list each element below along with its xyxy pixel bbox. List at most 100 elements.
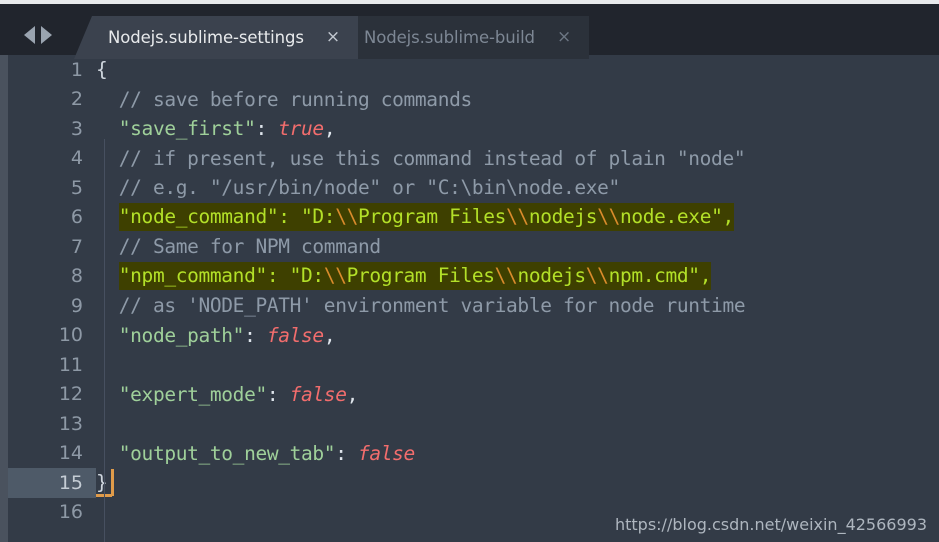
line-content[interactable]: // Same for NPM command — [96, 232, 939, 262]
token-boolean: false — [266, 323, 324, 347]
line-content[interactable]: "save_first": true, — [96, 114, 939, 144]
token-boolean: true — [278, 117, 324, 141]
token-colon: : — [244, 323, 267, 347]
line-content[interactable] — [96, 350, 939, 380]
token-colon: : — [266, 382, 290, 406]
token-brace: } — [96, 471, 108, 495]
token-path-part: Program Files — [357, 205, 507, 229]
line-content[interactable]: "expert_mode": false, — [96, 380, 939, 410]
token-boolean: false — [357, 441, 415, 465]
line-number: 9 — [70, 294, 83, 317]
token-comment: // as 'NODE_PATH' environment variable f… — [118, 294, 746, 318]
token-brace: { — [96, 58, 108, 82]
line-number: 8 — [70, 265, 83, 288]
window-left-rail — [0, 4, 8, 542]
watermark-url: https://blog.csdn.net/weixin_42566993 — [614, 515, 927, 534]
tab-label: Nodejs.sublime-build — [364, 28, 535, 47]
editor-line[interactable]: 7 // Same for NPM command — [8, 232, 939, 262]
editor-rows: 1 { 2 // save before running commands 3 … — [8, 55, 939, 527]
token-comment: // e.g. "/usr/bin/node" or "C:\bin\node.… — [118, 176, 621, 200]
line-content[interactable]: "output_to_new_tab": false — [96, 439, 939, 469]
close-icon[interactable]: × — [326, 29, 340, 46]
token-path-part: node.exe", — [619, 205, 734, 229]
line-content[interactable]: // save before running commands — [96, 85, 939, 115]
line-content[interactable]: // as 'NODE_PATH' environment variable f… — [96, 291, 939, 321]
line-number: 13 — [58, 412, 83, 435]
line-number: 3 — [70, 117, 83, 140]
editor-line[interactable]: 13 — [8, 409, 939, 439]
token-escape: \\ — [585, 264, 609, 288]
token-escape: \\ — [597, 205, 620, 229]
sublime-text-window: Nodejs.sublime-settings × Nodejs.sublime… — [0, 0, 939, 542]
editor-line-active[interactable]: 15 } — [8, 468, 939, 498]
editor-line[interactable]: 6 "node_command": "D:\\Program Files\\no… — [8, 203, 939, 233]
line-number: 4 — [70, 147, 83, 170]
token-key: "expert_mode" — [118, 382, 267, 406]
editor-line[interactable]: 11 — [8, 350, 939, 380]
token-comma: , — [346, 382, 359, 406]
search-highlight: "node_command": "D:\\Program Files\\node… — [118, 203, 734, 232]
token-boolean: false — [289, 382, 347, 406]
token-comment: // save before running commands — [118, 87, 472, 111]
search-highlight: "npm_command": "D:\\Program Files\\nodej… — [118, 262, 712, 291]
token-escape: \\ — [494, 264, 518, 288]
token-escape: \\ — [323, 264, 347, 288]
line-number: 2 — [70, 88, 83, 111]
token-key-path: "npm_command": "D: — [118, 264, 324, 288]
line-number: 6 — [70, 206, 83, 229]
editor-line[interactable]: 12 "expert_mode": false, — [8, 380, 939, 410]
editor-line[interactable]: 4 // if present, use this command instea… — [8, 144, 939, 174]
token-path-part: nodejs — [528, 205, 598, 229]
line-content[interactable]: "node_command": "D:\\Program Files\\node… — [96, 203, 939, 233]
line-content[interactable]: { — [96, 55, 939, 85]
line-number: 5 — [70, 176, 83, 199]
close-icon[interactable]: × — [557, 29, 571, 46]
editor-line[interactable]: 3 "save_first": true, — [8, 114, 939, 144]
token-key: "save_first" — [118, 117, 256, 141]
line-number: 15 — [8, 468, 96, 498]
line-content[interactable]: // e.g. "/usr/bin/node" or "C:\bin\node.… — [96, 173, 939, 203]
line-number: 12 — [58, 383, 83, 406]
editor-line[interactable]: 14 "output_to_new_tab": false — [8, 439, 939, 469]
editor-line[interactable]: 1 { — [8, 55, 939, 85]
token-escape: \\ — [506, 205, 529, 229]
tab-nodejs-sublime-build[interactable]: Nodejs.sublime-build × — [330, 16, 590, 59]
editor-line[interactable]: 8 "npm_command": "D:\\Program Files\\nod… — [8, 262, 939, 292]
tab-bar: Nodejs.sublime-settings × Nodejs.sublime… — [0, 4, 939, 59]
line-number: 14 — [58, 442, 83, 465]
line-content[interactable]: // if present, use this command instead … — [96, 144, 939, 174]
line-content[interactable] — [96, 409, 939, 439]
line-number: 10 — [58, 324, 83, 347]
token-colon: : — [255, 117, 279, 141]
tab-navigation-arrows[interactable] — [24, 26, 52, 44]
token-comment: // if present, use this command instead … — [118, 146, 746, 170]
token-key-path: "node_command": "D: — [118, 205, 336, 229]
token-comma: , — [323, 117, 336, 141]
token-comment: // Same for NPM command — [118, 235, 381, 259]
line-content[interactable]: "node_path": false, — [96, 321, 939, 351]
indent-guide — [104, 139, 105, 542]
line-content[interactable]: } — [96, 468, 939, 498]
token-comma: , — [323, 323, 336, 347]
arrow-left-icon[interactable] — [24, 26, 35, 44]
token-path-part: npm.cmd", — [608, 264, 712, 288]
line-number: 1 — [70, 58, 83, 81]
editor-line[interactable]: 5 // e.g. "/usr/bin/node" or "C:\bin\nod… — [8, 173, 939, 203]
tab-nodejs-sublime-settings[interactable]: Nodejs.sublime-settings × — [74, 16, 359, 59]
code-editor[interactable]: 1 { 2 // save before running commands 3 … — [8, 55, 939, 542]
line-number: 7 — [70, 235, 83, 258]
line-number: 11 — [58, 353, 83, 376]
token-key: "node_path" — [118, 323, 245, 347]
token-colon: : — [335, 441, 358, 465]
token-path-part: nodejs — [517, 264, 586, 288]
line-number: 16 — [58, 501, 83, 524]
editor-line[interactable]: 9 // as 'NODE_PATH' environment variable… — [8, 291, 939, 321]
token-path-part: Program Files — [346, 264, 495, 288]
token-escape: \\ — [335, 205, 358, 229]
editor-line[interactable]: 10 "node_path": false, — [8, 321, 939, 351]
token-key: "output_to_new_tab" — [118, 441, 336, 465]
line-content[interactable]: "npm_command": "D:\\Program Files\\nodej… — [96, 262, 939, 292]
text-cursor — [111, 469, 114, 496]
editor-line[interactable]: 2 // save before running commands — [8, 85, 939, 115]
arrow-right-icon[interactable] — [41, 26, 52, 44]
